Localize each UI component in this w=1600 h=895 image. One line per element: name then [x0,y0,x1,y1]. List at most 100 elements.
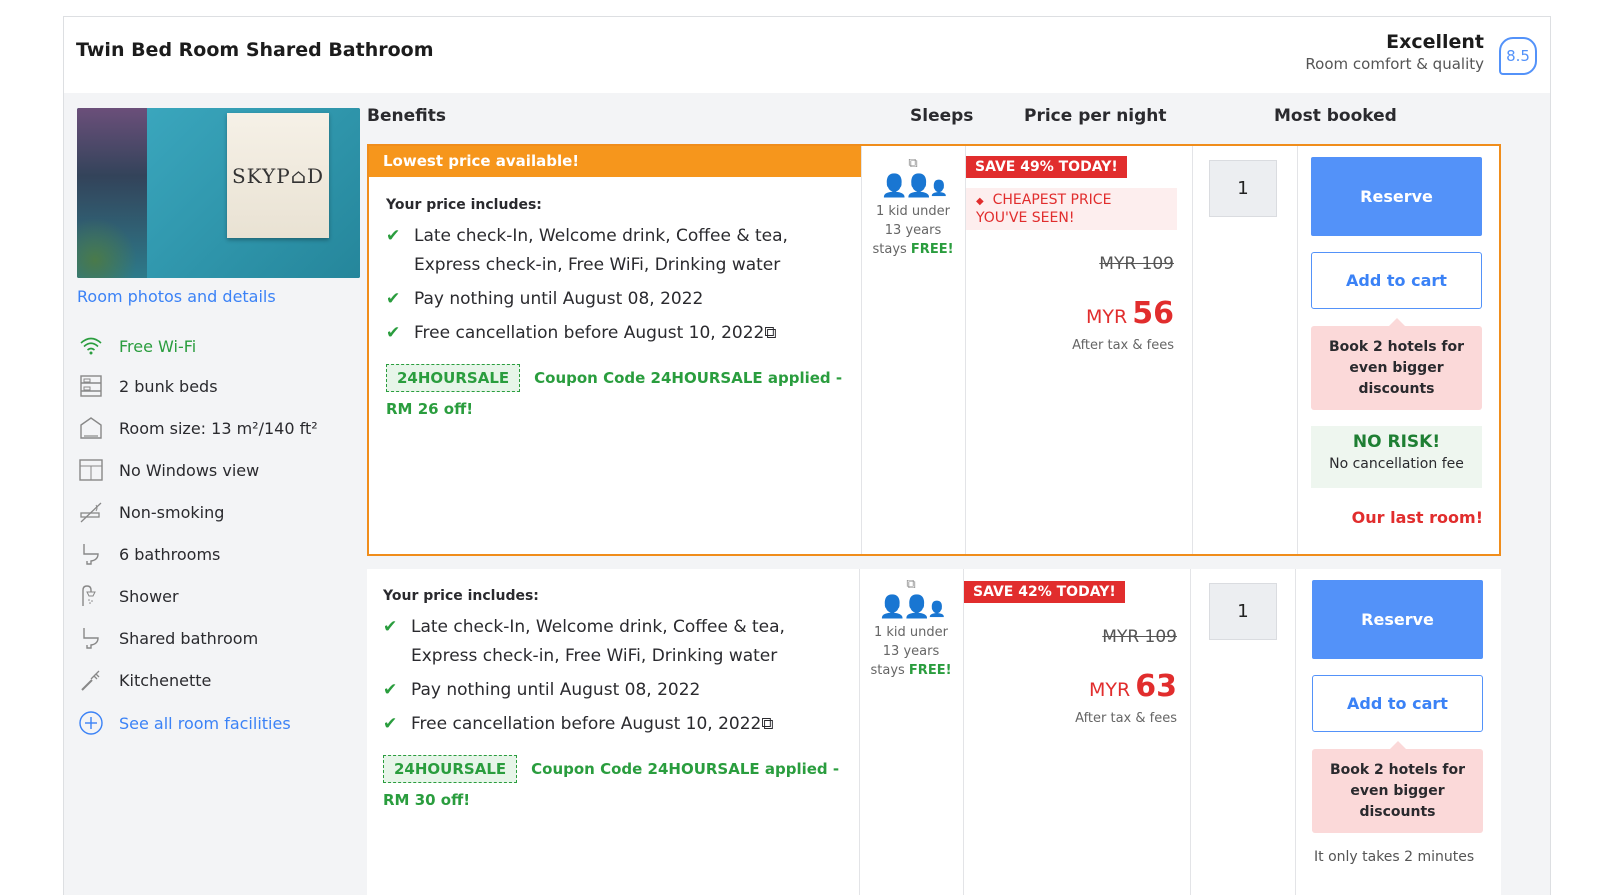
reserve-button[interactable]: Reserve [1311,157,1482,236]
bundle-promo: Book 2 hotels for even bigger discounts [1311,318,1482,410]
coupon-row: 24HOURSALE Coupon Code 24HOURSALE applie… [383,755,839,783]
check-icon: ✔ [386,323,401,343]
column-divider [963,569,964,895]
rating-label: Excellent [1386,31,1484,53]
facility-item: Shared bathroom [77,625,258,651]
original-price: MYR 109 [1102,627,1177,647]
facility-item: Room size: 13 m²/140 ft² [77,415,318,441]
facility-label: No Windows view [119,460,260,480]
benefit-text: Pay nothing until August 08, 2022 [414,289,704,309]
kid-note-1: 1 kid under [873,625,948,640]
check-icon: ✔ [386,289,401,309]
cancellation-link[interactable]: Free cancellation before August 10, 2022… [411,710,774,739]
benefit-item: ✔ Pay nothing until August 08, 2022 [383,676,700,705]
benefit-text: Pay nothing until August 08, 2022 [411,680,701,700]
column-divider [1190,569,1191,895]
kid-note-3: stays FREE! [872,242,954,257]
header-most-booked: Most booked [1274,106,1397,126]
room-rating: Excellent Room comfort & quality [1305,31,1484,73]
kid-note-1: 1 kid under [875,204,950,219]
add-to-cart-button[interactable]: Add to cart [1312,675,1483,732]
offer-row: Your price includes: ✔ Late check-In, We… [367,569,1501,895]
photo-plant [77,218,137,278]
header-benefits: Benefits [367,106,446,126]
sleeps-cell: ⧉ 👤👤👤 1 kid under 13 years stays FREE! [862,154,964,259]
bunk-bed-icon [77,373,105,399]
current-price: MYR 56 [1086,296,1174,331]
coupon-text: Coupon Code 24HOURSALE applied - [531,760,840,778]
current-price: MYR 63 [1089,669,1177,704]
external-link-icon[interactable]: ⧉ [860,575,962,594]
benefit-item-continued: Express check-in, Free WiFi, Drinking wa… [414,255,781,275]
price-currency: MYR [1088,679,1131,701]
facility-item: 2 bunk beds [77,373,218,399]
benefit-text: Late check-In, Welcome drink, Coffee & t… [414,226,788,246]
booking-time-note: It only takes 2 minutes [1314,849,1475,865]
tax-note: After tax & fees [1075,711,1177,726]
no-risk-title: NO RISK! [1352,432,1441,452]
column-divider [1295,569,1296,895]
reserve-button[interactable]: Reserve [1312,580,1483,659]
facility-label: See all room facilities [119,713,291,733]
original-price: MYR 109 [1099,254,1174,274]
toilet-icon [77,541,105,567]
facility-item: Shower [77,583,179,609]
coupon-discount: RM 26 off! [386,400,474,418]
kid-note-2: 13 years [884,223,942,238]
rating-score-badge: 8.5 [1499,37,1537,75]
facility-label: 6 bathrooms [119,544,221,564]
coupon-code-tag: 24HOURSALE [383,755,518,783]
hostel-sign: SKYP⌂D [227,113,329,238]
coupon-discount: RM 30 off! [383,791,471,809]
includes-title: Your price includes: [386,197,542,213]
save-badge: SAVE 42% TODAY! [964,581,1125,603]
occupancy-icon: 👤👤👤 [880,174,948,199]
price-currency: MYR [1085,306,1128,328]
facility-label: Shower [119,586,179,606]
header-sleeps: Sleeps [910,106,974,126]
benefit-text: Late check-In, Welcome drink, Coffee & t… [411,617,785,637]
room-quantity-select[interactable]: 1 [1209,160,1277,217]
column-divider [1192,146,1193,554]
last-room-alert: Our last room! [1351,508,1483,527]
sleeps-cell: ⧉ 👤👤👤 1 kid under 13 years stays FREE! [860,575,962,680]
cheapest-price-note: ◆ CHEAPEST PRICE YOU'VE SEEN! [966,188,1177,230]
column-divider [1297,146,1298,554]
benefit-item: ✔ Free cancellation before August 10, 20… [383,710,774,739]
room-photo[interactable]: SKYP⌂D [77,108,360,278]
external-link-icon[interactable]: ⧉ [862,154,964,173]
check-icon: ✔ [383,617,398,637]
includes-title: Your price includes: [383,588,539,604]
kid-note-2: 13 years [882,644,940,659]
tag-icon: ◆ [976,196,984,207]
rating-sub: Room comfort & quality [1305,55,1484,73]
shower-icon [77,583,105,609]
see-all-facilities-link[interactable]: See all room facilities [77,710,291,736]
check-icon: ✔ [383,714,398,734]
room-photos-link[interactable]: Room photos and details [77,287,276,306]
add-to-cart-button[interactable]: Add to cart [1311,252,1482,309]
facility-item: Kitchenette [77,667,211,693]
facility-item: 6 bathrooms [77,541,220,567]
no-risk-sub: No cancellation fee [1329,456,1464,472]
coupon-code-tag: 24HOURSALE [386,364,521,392]
benefit-item-continued: Express check-in, Free WiFi, Drinking wa… [411,646,778,666]
kid-note-3: stays FREE! [870,663,952,678]
room-quantity-select[interactable]: 1 [1209,583,1277,640]
wifi-icon [77,333,105,359]
save-badge: SAVE 49% TODAY! [966,156,1127,178]
facility-item: Free Wi-Fi [77,333,196,359]
kitchen-icon [77,667,105,693]
check-icon: ✔ [386,226,401,246]
occupancy-icon: 👤👤👤 [878,595,946,620]
benefit-item: ✔ Free cancellation before August 10, 20… [386,319,777,348]
plus-circle-icon [77,710,105,736]
toilet-icon [77,625,105,651]
cancellation-link[interactable]: Free cancellation before August 10, 2022… [414,319,777,348]
window-icon [77,457,105,483]
header-price: Price per night [1024,106,1167,126]
tax-note: After tax & fees [1072,338,1174,353]
facility-item: No Windows view [77,457,259,483]
benefit-item: ✔ Late check-In, Welcome drink, Coffee &… [386,222,788,251]
facility-label: 2 bunk beds [119,376,218,396]
